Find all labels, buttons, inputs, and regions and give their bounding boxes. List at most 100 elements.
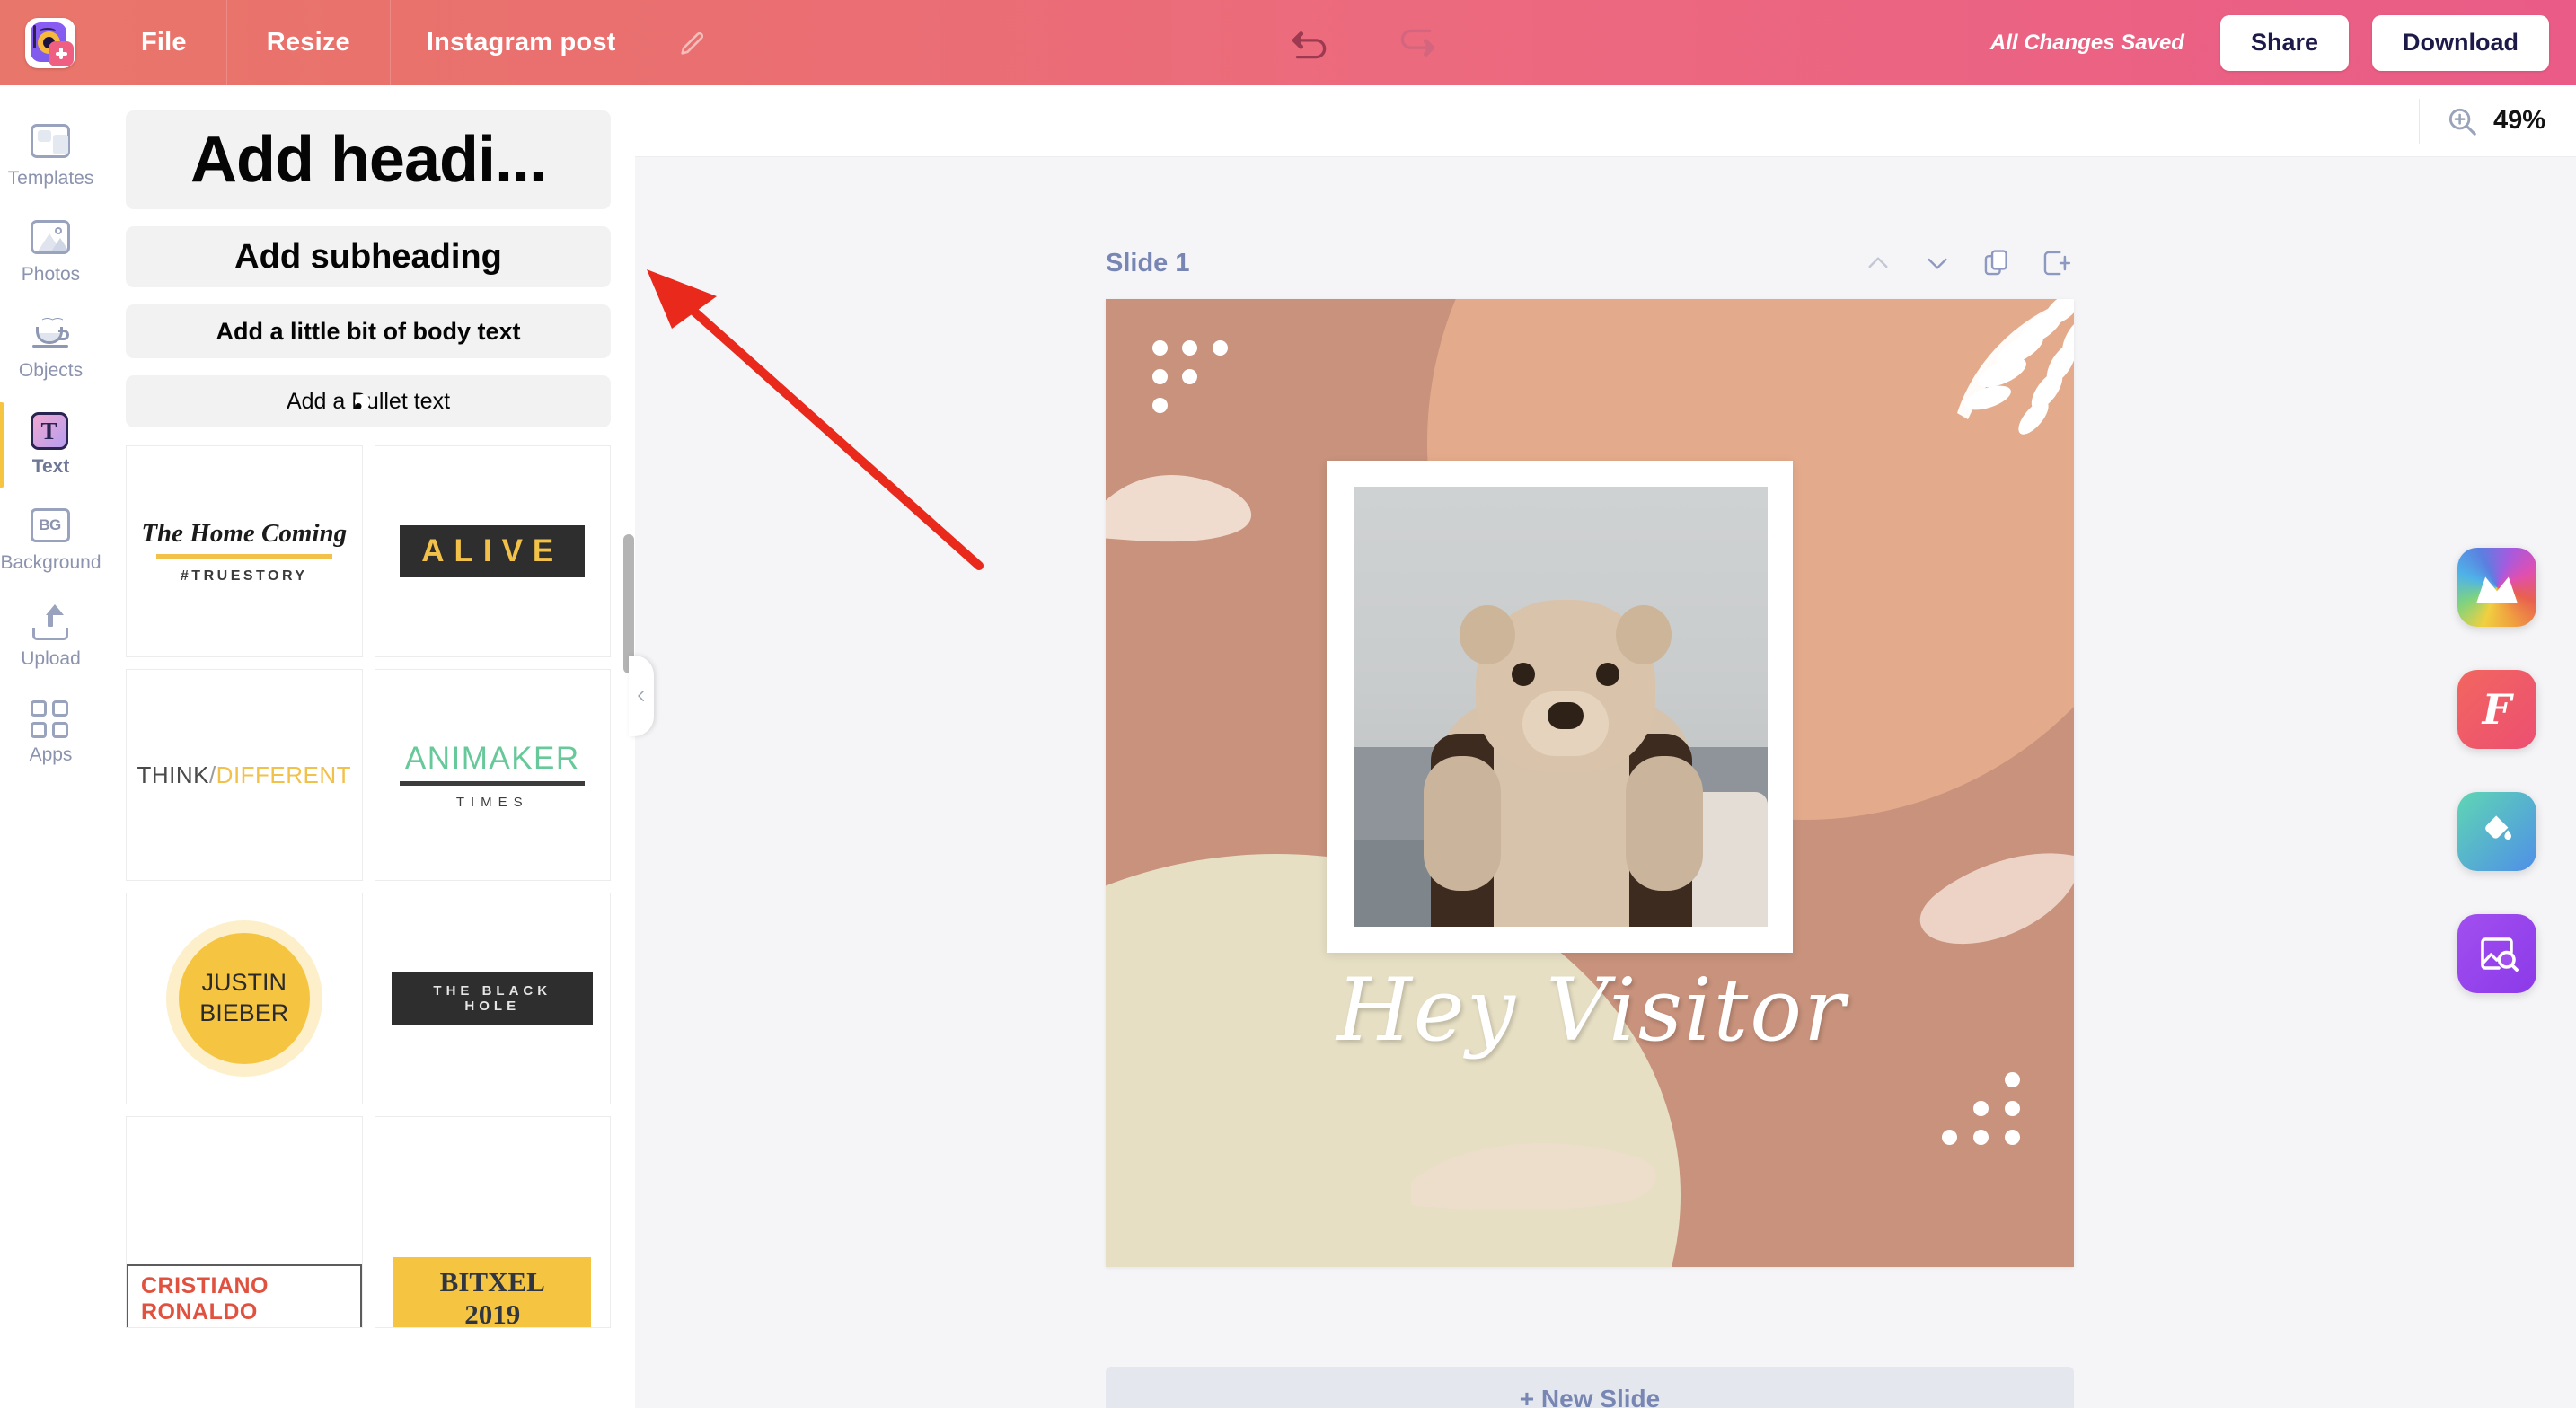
template-title-line2: BIEBER [199,999,289,1026]
template-title-part-a: THINK [137,761,209,788]
add-page-icon [2043,251,2071,276]
dot-grid-bottom-right [1935,1072,2025,1155]
edit-title-button[interactable] [652,0,733,85]
paint-bucket-icon [2485,815,2511,840]
floating-app-toolbar: F [2457,548,2536,993]
template-badge: THE BLACK HOLE [392,972,594,1025]
slide-header: Slide 1 [1106,235,2074,291]
chevron-down-icon [1928,258,1947,269]
undo-arrow-icon [1292,31,1327,58]
sidebar-item-templates[interactable]: Templates [0,109,101,205]
topbar-right-group: All Changes Saved Share Download [1990,0,2549,85]
move-slide-up-button[interactable] [1860,245,1896,281]
brush-stroke-decoration-2 [1919,853,2074,945]
text-template-grid: The Home Coming #TRUESTORY ALIVE THINK/D… [126,445,611,1328]
add-body-text-button[interactable]: Add a little bit of body text [126,304,611,358]
template-title-line1: JUSTIN [201,969,287,997]
workspace: 49% Slide 1 Hey Visitor + New Slide [635,85,2576,1408]
sidebar-item-label: Upload [21,648,81,669]
brush-stroke-decoration-1 [1106,475,1252,542]
template-justin-bieber[interactable]: JUSTIN BIEBER [126,893,363,1104]
menu-file[interactable]: File [101,0,226,85]
panel-scrollbar-thumb[interactable] [623,534,634,673]
new-slide-button[interactable]: + New Slide [1106,1367,2074,1408]
animaker-logo-icon [25,17,75,68]
sidebar-item-label: Photos [21,264,81,285]
add-heading-button[interactable]: Add headi... [126,110,611,209]
template-title-separator: / [208,761,216,788]
add-subheading-button[interactable]: Add subheading [126,226,611,287]
redo-arrow-icon [1400,29,1435,57]
brush-stroke-decoration-3 [1411,1143,1656,1210]
app-colors-button[interactable] [2457,792,2536,871]
redo-button[interactable] [1390,17,1442,69]
zoom-in-magnifier-icon [2448,108,2476,136]
sidebar-item-label: Objects [18,360,84,381]
photos-icon [30,220,72,258]
apps-grid-icon [30,700,72,738]
app-fonts-button[interactable]: F [2457,670,2536,749]
template-title: THINK/DIFFERENT [137,761,351,789]
template-title: ALIVE [421,533,564,568]
template-title: BITXEL 2019 [439,1266,545,1328]
move-slide-down-button[interactable] [1919,245,1955,281]
sidebar-item-objects[interactable]: ⁀⁀ Objects [0,301,101,397]
font-f-icon: F [2482,685,2512,734]
duplicate-slide-button[interactable] [1979,245,2015,281]
template-outline-box: CRISTIANO RONALDO [127,1264,362,1327]
sidebar-item-label: Background [0,552,101,573]
collapse-panel-button[interactable] [629,656,654,736]
template-the-home-coming[interactable]: The Home Coming #TRUESTORY [126,445,363,657]
template-cristiano-ronaldo[interactable]: CRISTIANO RONALDO [126,1116,363,1328]
sidebar-item-upload[interactable]: Upload [0,589,101,685]
zoom-control[interactable]: 49% [2418,98,2545,144]
template-the-black-hole[interactable]: THE BLACK HOLE [374,893,611,1104]
underline-rule [155,553,332,559]
workspace-toolbar: 49% [635,85,2576,157]
dot-grid-top-left [1152,340,1233,413]
left-nav-rail: Templates Photos ⁀⁀ Objects T Text BG Ba… [0,85,101,1408]
top-toolbar: File Resize Instagram post All Changes S… [0,0,2576,85]
add-slide-button[interactable] [2038,245,2074,281]
app-animaker-button[interactable] [2457,548,2536,627]
sidebar-item-background[interactable]: BG Background [0,493,101,589]
slide-title: Slide 1 [1106,248,1190,277]
polaroid-photo-frame[interactable] [1327,461,1793,953]
child-in-bear-costume-photo [1354,487,1768,927]
template-title: THE BLACK HOLE [433,983,552,1014]
canvas-script-text[interactable]: Hey Visitor [1228,960,1955,1060]
template-badge: ALIVE [400,525,586,577]
app-logo-button[interactable] [0,0,101,85]
template-subtitle: #TRUESTORY [180,568,308,584]
template-think-different[interactable]: THINK/DIFFERENT [126,669,363,881]
slide-actions [1860,245,2074,281]
sidebar-item-photos[interactable]: Photos [0,205,101,301]
share-button[interactable]: Share [2219,14,2349,71]
sidebar-item-apps[interactable]: Apps [0,685,101,781]
background-bg-icon: BG [30,508,72,546]
save-status: All Changes Saved [1989,30,2184,55]
leaf-branch-decoration-icon [1957,299,2074,435]
document-title[interactable]: Instagram post [391,0,652,85]
chevron-up-icon [1868,257,1888,268]
template-alive[interactable]: ALIVE [374,445,611,657]
rainbow-mountain-icon [2476,576,2518,603]
template-title: The Home Coming [141,518,348,548]
template-circle-badge: JUSTIN BIEBER [178,933,310,1064]
download-button[interactable]: Download [2372,14,2549,71]
chevron-left-icon [638,691,644,701]
template-bitxel-2019[interactable]: BITXEL 2019 [374,1116,611,1328]
slide-canvas[interactable]: Hey Visitor [1106,299,2074,1267]
undo-button[interactable] [1284,17,1337,69]
sidebar-item-text[interactable]: T Text [0,397,101,493]
copy-icon [1984,250,2007,276]
menu-resize[interactable]: Resize [227,0,390,85]
template-badge: BITXEL 2019 [393,1257,592,1328]
zoom-level: 49% [2492,106,2545,135]
pencil-icon [680,31,703,55]
new-slide-label: + New Slide [1519,1385,1661,1408]
app-image-search-button[interactable] [2457,914,2536,993]
add-bullet-text-button[interactable]: • Add a Bullet text [126,375,611,427]
objects-cup-icon: ⁀⁀ [31,316,72,354]
template-animaker-times[interactable]: ANIMAKER TIMES [374,669,611,881]
